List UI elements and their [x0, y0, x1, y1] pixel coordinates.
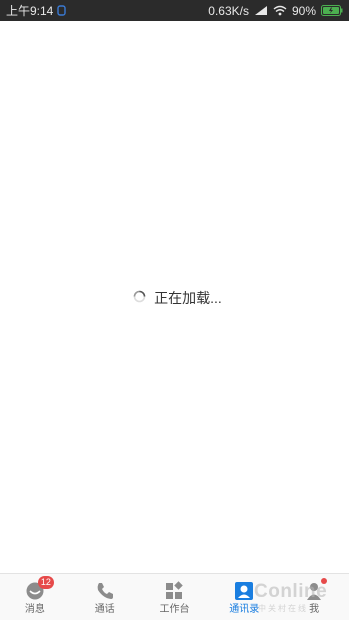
battery-icon	[321, 5, 343, 16]
wifi-icon	[273, 5, 287, 16]
bottom-tab-bar: 12 消息 通话 工作台 通讯录 我	[0, 573, 349, 620]
tab-workbench[interactable]: 工作台	[140, 574, 210, 620]
status-left: 上午9:14	[6, 2, 67, 19]
loading-spinner-icon	[133, 290, 146, 306]
status-bar: 上午9:14 0.63K/s 90%	[0, 0, 349, 21]
tab-me[interactable]: 我	[279, 574, 349, 620]
messages-badge: 12	[37, 576, 54, 589]
content-area: 正在加载...	[0, 21, 349, 573]
tab-workbench-label: 工作台	[159, 604, 190, 615]
tab-contacts-label: 通讯录	[229, 604, 260, 615]
tab-me-label: 我	[309, 604, 320, 615]
tab-messages-label: 消息	[24, 604, 45, 615]
grid-icon	[163, 580, 185, 602]
notification-icon	[57, 5, 67, 16]
tab-calls-label: 通话	[94, 604, 115, 615]
status-time: 上午9:14	[6, 4, 54, 18]
status-right: 0.63K/s 90%	[208, 4, 343, 18]
tab-calls[interactable]: 通话	[70, 574, 140, 620]
tab-messages[interactable]: 12 消息	[0, 574, 70, 620]
battery-percent: 90%	[291, 3, 316, 18]
network-speed: 0.63K/s	[208, 3, 249, 18]
loading-indicator: 正在加载...	[0, 287, 349, 309]
loading-text: 正在加载...	[154, 290, 222, 306]
tab-contacts[interactable]: 通讯录	[209, 574, 279, 620]
chat-bubble-icon: 12	[24, 576, 54, 602]
person-icon	[303, 578, 328, 602]
phone-icon	[94, 580, 116, 602]
contacts-icon	[233, 580, 255, 602]
cellular-signal-icon	[254, 5, 268, 16]
me-notification-dot	[321, 578, 328, 584]
